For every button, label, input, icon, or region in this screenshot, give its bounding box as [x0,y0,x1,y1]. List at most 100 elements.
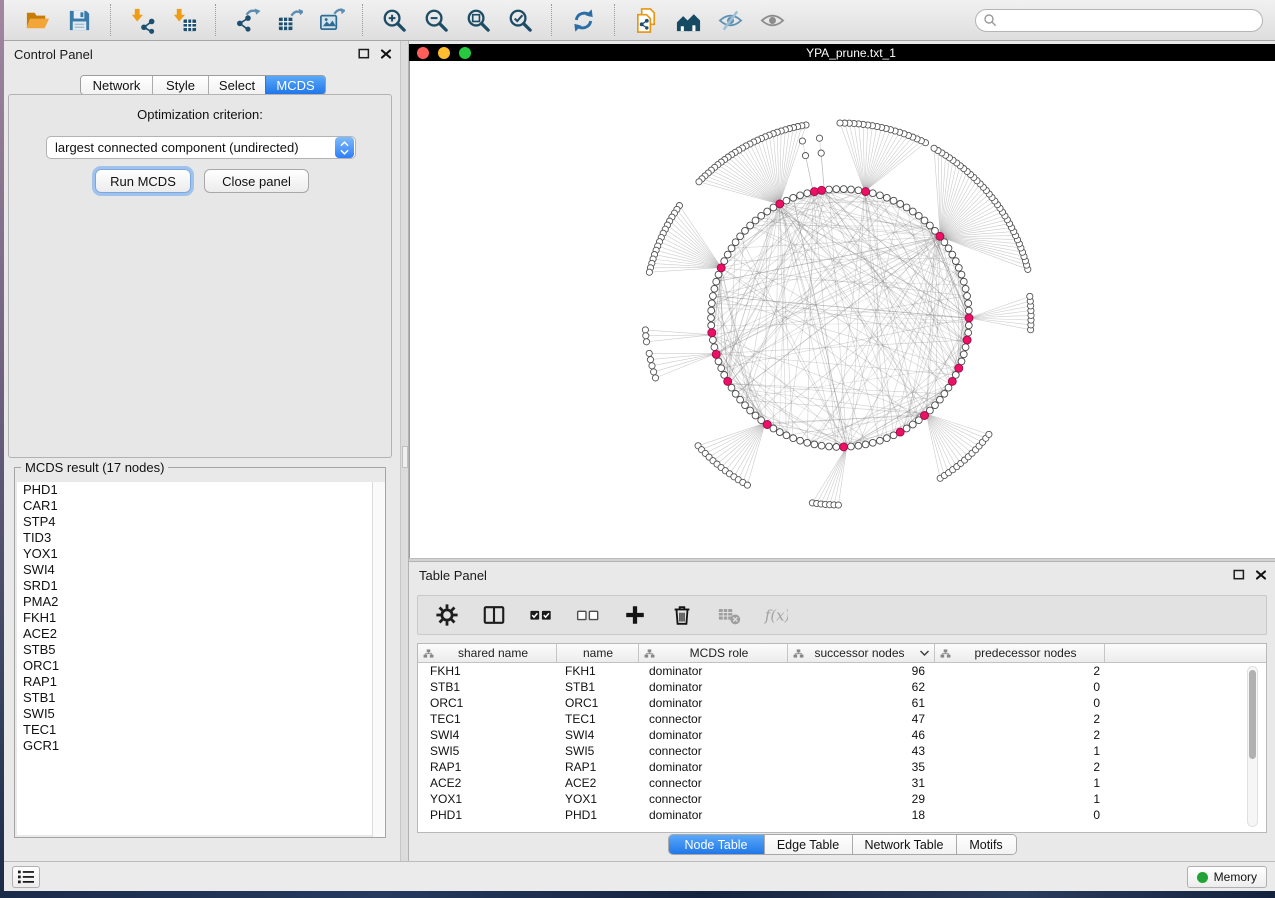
window-close-icon[interactable] [417,47,429,59]
mcds-result-item[interactable]: SWI5 [17,706,383,722]
float-table-panel-icon[interactable] [1232,569,1245,581]
search-input[interactable] [997,11,1262,30]
application-window: Control Panel NetworkStyleSelectMCDS Opt… [4,0,1275,891]
table-scrollbar-thumb[interactable] [1249,670,1256,759]
mcds-result-item[interactable]: PMA2 [17,594,383,610]
table-row[interactable]: SWI4SWI4dominator462 [418,727,1266,743]
tab-edge-table[interactable]: Edge Table [764,835,852,854]
zoom-fit-content-icon[interactable] [463,5,493,35]
cell-shared-name: RAP1 [418,759,557,775]
tab-node-table[interactable]: Node Table [669,835,764,854]
tab-style[interactable]: Style [152,76,208,94]
save-session-icon[interactable] [64,5,94,35]
table-panel-title: Table Panel [419,568,487,583]
column-header-mcds-role[interactable]: MCDS role [639,644,788,662]
function-builder-icon [763,602,789,628]
close-panel-button[interactable]: Close panel [204,169,309,193]
memory-button[interactable]: Memory [1187,866,1267,888]
cell-predecessor-nodes: 1 [935,775,1105,791]
mcds-result-item[interactable]: STB5 [17,642,383,658]
mcds-result-item[interactable]: RAP1 [17,674,383,690]
show-columns-icon[interactable] [481,602,507,628]
cell-mcds-role: dominator [639,679,788,695]
tab-network[interactable]: Network [81,76,152,94]
zoom-selected-icon[interactable] [505,5,535,35]
close-table-panel-icon[interactable] [1254,569,1267,581]
cell-successor-nodes: 29 [788,791,935,807]
cell-predecessor-nodes: 2 [935,759,1105,775]
overview-icon[interactable] [673,5,703,35]
vertical-splitter[interactable] [400,41,409,861]
mcds-result-item[interactable]: TID3 [17,530,383,546]
add-row-icon[interactable] [622,602,648,628]
table-row[interactable]: PHD1PHD1dominator180 [418,807,1266,823]
float-panel-icon[interactable] [357,48,370,60]
deselect-all-rows-icon[interactable] [575,602,601,628]
table-row[interactable]: ACE2ACE2connector311 [418,775,1266,791]
zoom-out-icon[interactable] [421,5,451,35]
criterion-dropdown[interactable]: largest connected component (undirected) [46,136,356,159]
search-box[interactable] [975,9,1263,32]
tab-network-table[interactable]: Network Table [852,835,956,854]
cell-name: PHD1 [557,807,639,823]
table-row[interactable]: RAP1RAP1dominator352 [418,759,1266,775]
mcds-result-item[interactable]: GCR1 [17,738,383,754]
column-header-successor-nodes[interactable]: successor nodes [788,644,935,662]
cell-shared-name: ORC1 [418,695,557,711]
table-panel-tabs: Node TableEdge TableNetwork TableMotifs [409,834,1275,855]
zoom-in-icon[interactable] [379,5,409,35]
tab-motifs[interactable]: Motifs [956,835,1016,854]
table-row[interactable]: STB1STB1dominator620 [418,679,1266,695]
tab-mcds[interactable]: MCDS [265,76,325,94]
mcds-result-item[interactable]: ACE2 [17,626,383,642]
window-minimize-icon[interactable] [438,47,450,59]
import-network-icon[interactable] [127,5,157,35]
mcds-result-scrollbar[interactable] [372,482,385,837]
mcds-result-item[interactable]: PHD1 [17,482,383,498]
delete-rows-icon[interactable] [669,602,695,628]
mcds-result-item[interactable]: ORC1 [17,658,383,674]
task-history-button[interactable] [12,866,40,888]
refresh-view-icon[interactable] [568,5,598,35]
close-panel-icon[interactable] [379,48,392,60]
mcds-result-item[interactable]: SRD1 [17,578,383,594]
export-network-icon[interactable] [232,5,262,35]
select-all-rows-icon[interactable] [528,602,554,628]
mcds-result-item[interactable]: SWI4 [17,562,383,578]
mcds-result-item[interactable]: TEC1 [17,722,383,738]
tab-select[interactable]: Select [208,76,265,94]
mcds-result-item[interactable]: CAR1 [17,498,383,514]
hide-graphics-details-icon[interactable] [715,5,745,35]
shared-column-icon [644,649,655,658]
export-image-icon[interactable] [316,5,346,35]
table-row[interactable]: FKH1FKH1dominator962 [418,663,1266,679]
table-scrollbar[interactable] [1247,666,1258,827]
mcds-result-item[interactable]: STB1 [17,690,383,706]
table-row[interactable]: TEC1TEC1connector472 [418,711,1266,727]
table-body: FKH1FKH1dominator962STB1STB1dominator620… [418,663,1266,832]
settings-icon[interactable] [434,602,460,628]
network-graph[interactable] [410,61,1275,558]
cell-successor-nodes: 62 [788,679,935,695]
table-row[interactable]: ORC1ORC1dominator610 [418,695,1266,711]
export-web-icon[interactable] [631,5,661,35]
show-graphics-details-icon[interactable] [757,5,787,35]
open-file-icon[interactable] [22,5,52,35]
column-header-predecessor-nodes[interactable]: predecessor nodes [935,644,1105,662]
mcds-result-item[interactable]: STP4 [17,514,383,530]
column-header-name[interactable]: name [557,644,639,662]
mcds-result-item[interactable]: YOX1 [17,546,383,562]
cell-shared-name: SWI4 [418,727,557,743]
mcds-tab-content: Optimization criterion: largest connecte… [8,94,392,458]
import-table-icon[interactable] [169,5,199,35]
window-maximize-icon[interactable] [459,47,471,59]
export-table-icon[interactable] [274,5,304,35]
run-mcds-button[interactable]: Run MCDS [95,169,191,193]
column-header-shared-name[interactable]: shared name [418,644,557,662]
network-view-canvas[interactable] [409,61,1275,558]
optimization-criterion-label: Optimization criterion: [9,107,391,122]
table-row[interactable]: YOX1YOX1connector291 [418,791,1266,807]
mcds-result-item[interactable]: FKH1 [17,610,383,626]
table-row[interactable]: SWI5SWI5connector431 [418,743,1266,759]
splitter-grip[interactable] [402,446,408,468]
